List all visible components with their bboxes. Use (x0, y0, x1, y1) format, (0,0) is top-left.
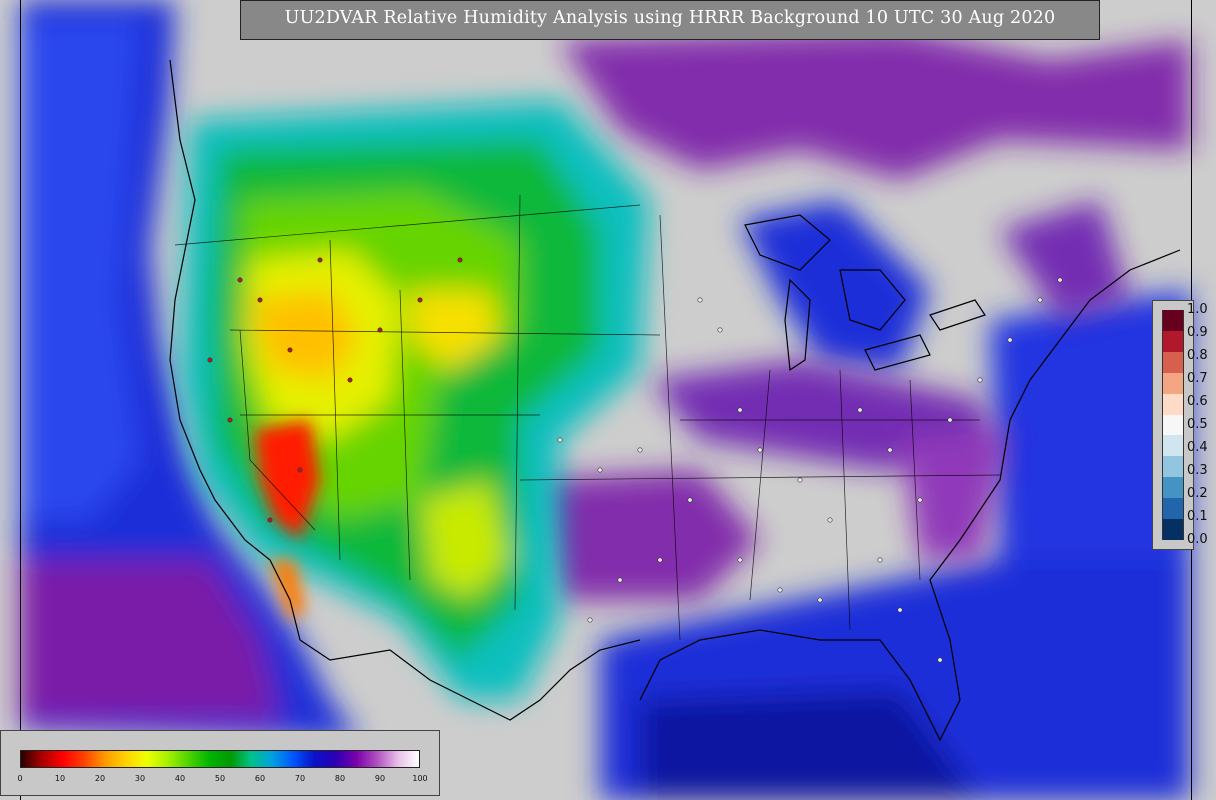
rh-colorbar-tick: 40 (174, 774, 186, 783)
station-colorbar-label: 0.9 (1187, 325, 1208, 340)
station-colorbar-swatch (1162, 310, 1184, 332)
station-colorbar-swatch (1162, 477, 1184, 499)
humidity-map (0, 0, 1216, 800)
station-colorbar-label: 0.7 (1187, 371, 1208, 386)
station-colorbar-swatch (1162, 519, 1184, 541)
rh-colorbar-tick: 20 (94, 774, 106, 783)
rh-colorbar-tick: 80 (334, 774, 346, 783)
title-box: UU2DVAR Relative Humidity Analysis using… (240, 0, 1100, 40)
rh-colorbar-tick: 60 (254, 774, 266, 783)
station-colorbar-label: 1.0 (1187, 302, 1208, 317)
rh-colorbar-tick: 50 (214, 774, 226, 783)
rh-colorbar-tick: 10 (54, 774, 66, 783)
station-colorbar-label: 0.0 (1187, 532, 1208, 547)
station-colorbar-swatch (1162, 414, 1184, 436)
station-colorbar-label: 0.1 (1187, 509, 1208, 524)
station-colorbar-swatch (1162, 393, 1184, 416)
rh-colorbar-tick: 30 (134, 774, 146, 783)
station-colorbar-swatch (1162, 372, 1184, 395)
station-colorbar-label: 0.5 (1187, 417, 1208, 432)
rh-colorbar-tick: 0 (17, 774, 23, 783)
map-title: UU2DVAR Relative Humidity Analysis using… (284, 8, 1056, 28)
rh-colorbar-tick: 90 (374, 774, 386, 783)
rh-colorbar-tick: 70 (294, 774, 306, 783)
station-colorbar-swatch (1162, 435, 1184, 457)
station-colorbar-label: 0.8 (1187, 348, 1208, 363)
station-colorbar-label: 0.3 (1187, 463, 1208, 478)
station-colorbar-swatch (1162, 498, 1184, 520)
station-colorbar-label: 0.2 (1187, 486, 1208, 501)
station-colorbar-label: 0.4 (1187, 440, 1208, 455)
station-colorbar-swatch (1162, 456, 1184, 478)
rh-colorbar-tick: 100 (412, 774, 428, 783)
rh-colorbar-gradient (20, 750, 420, 768)
station-colorbar-swatch (1162, 330, 1184, 353)
station-colorbar-label: 0.6 (1187, 394, 1208, 409)
station-colorbar-swatch (1162, 351, 1184, 374)
